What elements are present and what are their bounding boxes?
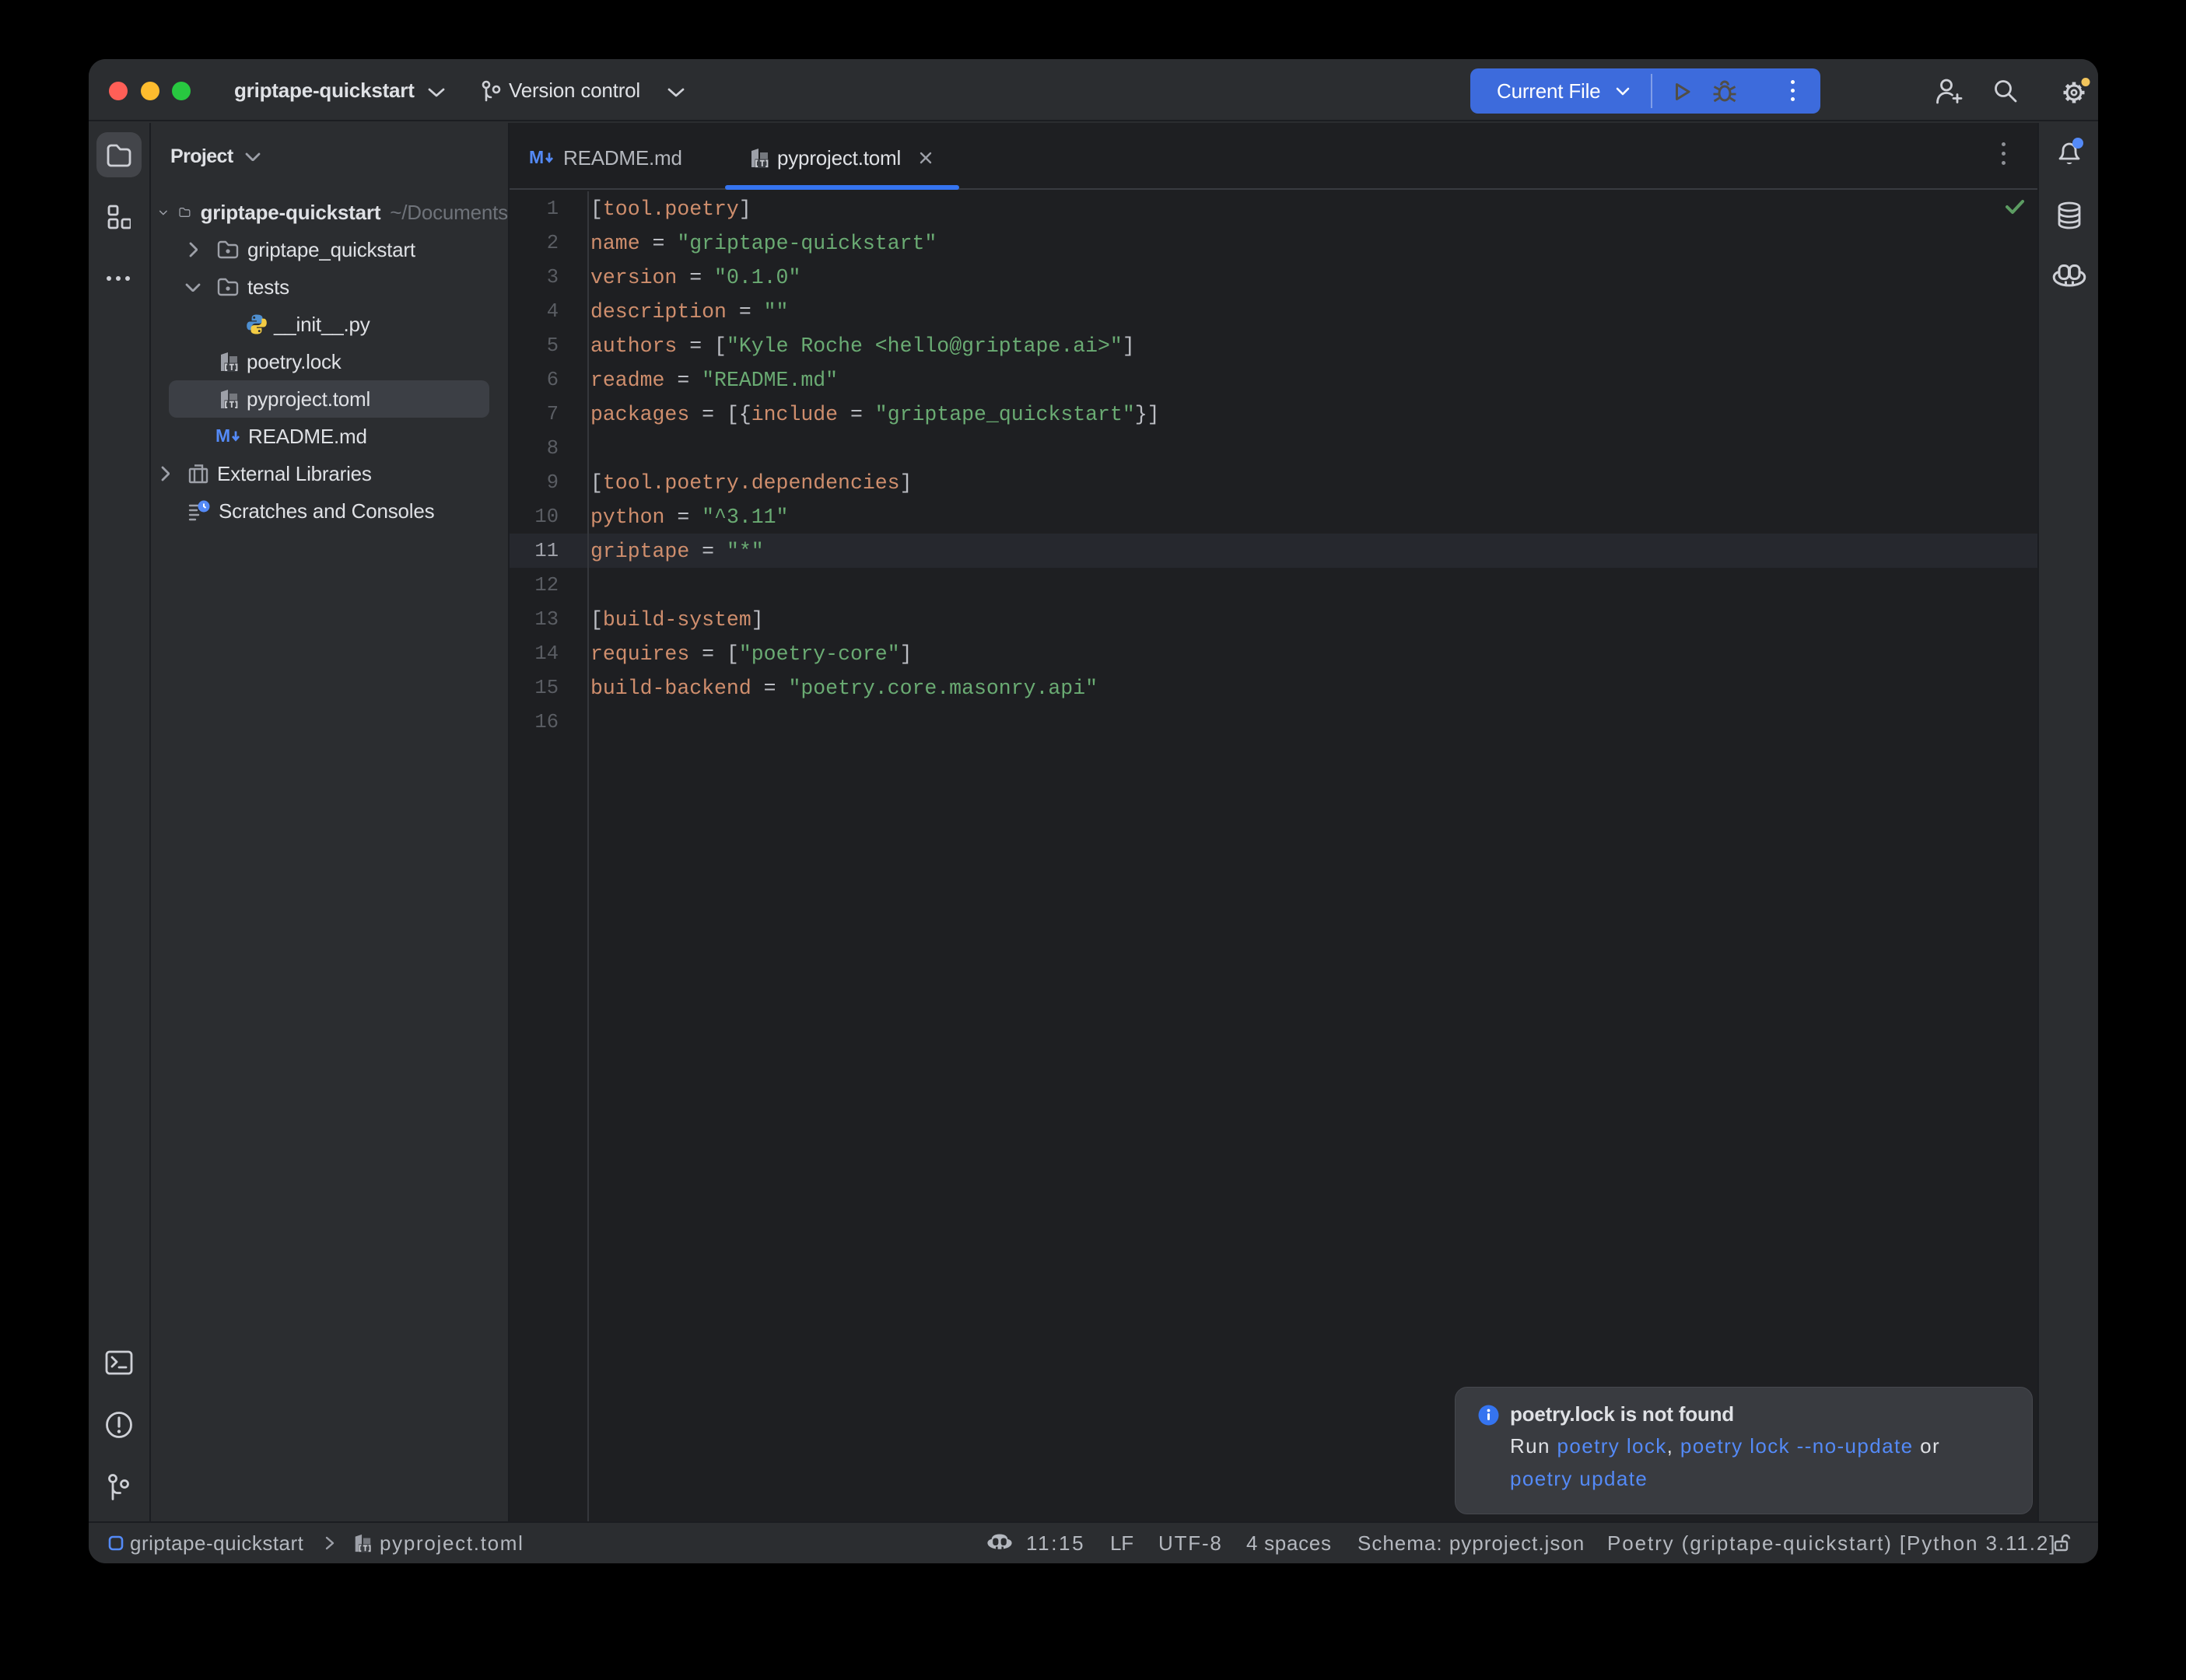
svg-text:M: M xyxy=(215,427,230,446)
svg-text:M: M xyxy=(529,149,544,167)
